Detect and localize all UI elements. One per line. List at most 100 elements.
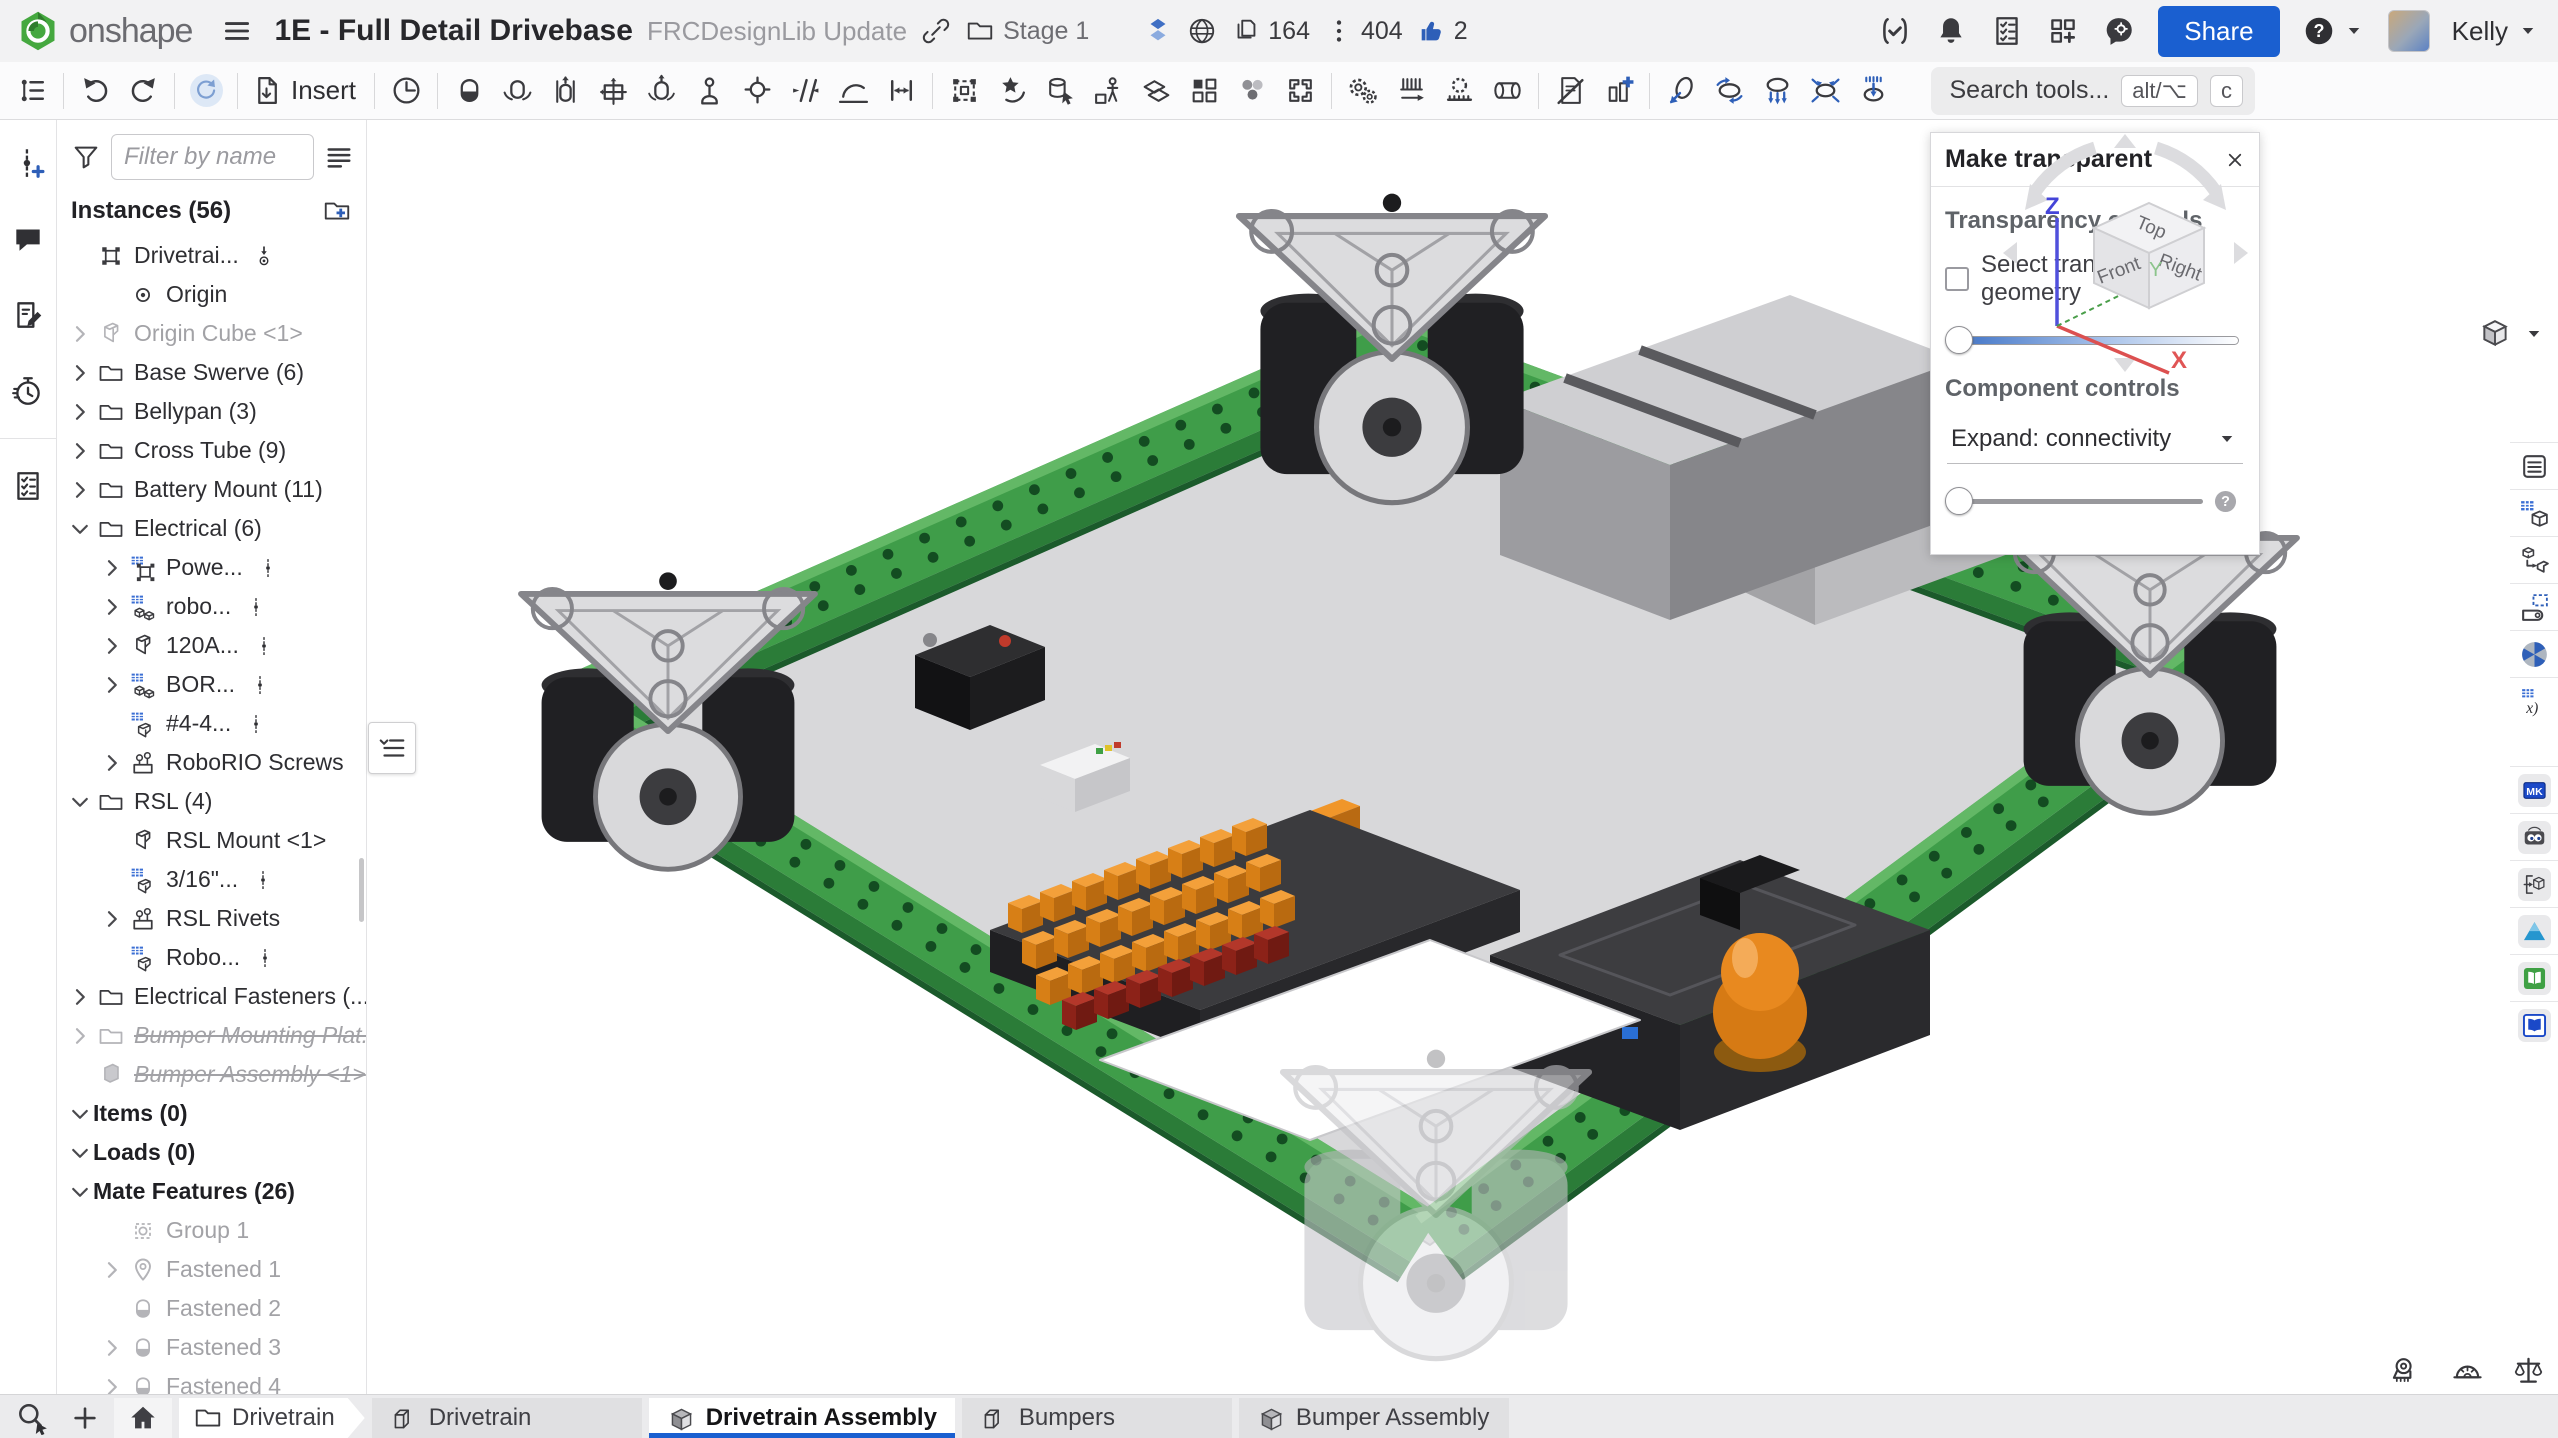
chevron-right-icon[interactable] [99,1336,125,1360]
help-caret-icon[interactable] [2342,19,2366,43]
mate-connector-add-icon[interactable] [11,146,45,180]
mate-tangent-button[interactable] [829,67,877,115]
tree-item-row[interactable]: Bumper Mounting Plat... [57,1016,366,1055]
tree-item-row[interactable]: #4-4... [57,704,366,743]
mate-cylindrical-button[interactable] [637,67,685,115]
search-graphics-button[interactable] [8,1398,56,1438]
feature-list-button[interactable] [8,67,56,115]
history-icon[interactable] [11,374,45,408]
gear-relation-button[interactable] [1339,67,1387,115]
tree-item-row[interactable]: Electrical (6) [57,509,366,548]
add-folder-icon[interactable] [322,196,352,226]
rr-slot-button[interactable] [2510,583,2558,630]
tree-item-row[interactable]: RSL (4) [57,782,366,821]
rr-triangle-button[interactable] [2510,907,2558,954]
tree-section-row[interactable]: Mate Features (26) [57,1172,366,1211]
linear-pattern-button[interactable] [1180,67,1228,115]
tree-item-row[interactable]: Group 1 [57,1211,366,1250]
folder-breadcrumb-tab[interactable]: Drivetrain [179,1398,365,1438]
chevron-right-icon[interactable] [67,1024,93,1048]
avatar[interactable] [2388,10,2430,52]
filter-input[interactable] [111,134,314,180]
tree-options-icon[interactable] [324,142,354,172]
sim-press-button[interactable] [1849,67,1897,115]
named-positions-button[interactable] [1084,67,1132,115]
tree-item-row[interactable]: Origin Cube <1> [57,314,366,353]
chevron-right-icon[interactable] [67,985,93,1009]
checklist-rail-icon[interactable] [11,469,45,503]
rr-book-blue-button[interactable] [2510,1001,2558,1048]
undo-button[interactable] [71,67,119,115]
copies-stat[interactable]: 164 [1231,16,1310,46]
rr-appearance-button[interactable] [2510,630,2558,677]
rr-mk-button[interactable]: MK [2510,766,2558,813]
chevron-right-icon[interactable] [99,595,125,619]
new-tab-button[interactable] [63,1398,107,1438]
chevron-right-icon[interactable] [67,400,93,424]
enclosure-button[interactable] [1276,67,1324,115]
rr-config-button[interactable] [2510,489,2558,536]
chevron-right-icon[interactable] [67,361,93,385]
tree-item-row[interactable]: Powe... [57,548,366,587]
tree-item-row[interactable]: 3/16"... [57,860,366,899]
tree-item-row[interactable]: Fastened 1 [57,1250,366,1289]
mate-slider-button[interactable] [541,67,589,115]
rack-relation-button[interactable] [1435,67,1483,115]
chevron-right-icon[interactable] [67,478,93,502]
mate-pin-slot-button[interactable] [685,67,733,115]
tree-item-row[interactable]: 120A... [57,626,366,665]
feature-script-check-icon[interactable] [1878,14,1912,48]
chevron-right-icon[interactable] [99,751,125,775]
tree-item-row[interactable]: RoboRIO Screws [57,743,366,782]
mate-revolute-button[interactable] [493,67,541,115]
select-group-button[interactable] [940,67,988,115]
replicate-button[interactable] [1036,67,1084,115]
chevron-down-icon[interactable] [67,790,93,814]
appearance-spheres-button[interactable] [1228,67,1276,115]
component-slider[interactable]: ? [1947,486,2239,516]
help-icon[interactable]: ? [2302,14,2336,48]
chevron-down-icon[interactable] [67,1102,93,1126]
sim-squeeze-button[interactable] [1801,67,1849,115]
workspace-indicator[interactable]: Stage 1 [965,16,1089,46]
document-title[interactable]: 1E - Full Detail Drivebase [274,14,632,48]
public-globe-icon[interactable] [1187,16,1217,46]
component-slider-track[interactable] [1947,499,2203,504]
3d-viewport[interactable]: Make transparent Transparency controls S… [367,120,2558,1394]
search-tools[interactable]: Search tools... alt/⌥ c [1931,67,2255,115]
chevron-down-icon[interactable] [67,1141,93,1165]
tree-item-row[interactable]: Fastened 4 [57,1367,366,1394]
tape-measure-icon[interactable] [2391,1355,2422,1386]
mate-connector-dots-icon[interactable] [253,632,275,660]
share-button[interactable]: Share [2158,6,2279,57]
tree-item-row[interactable]: robo... [57,587,366,626]
tree-item-row[interactable]: BOR... [57,665,366,704]
update-button[interactable] [182,67,230,115]
mate-ball-button[interactable] [733,67,781,115]
view-cube[interactable]: Top Front Right Z X Y [1999,130,2252,375]
tree-collapse-toggle[interactable] [368,722,416,774]
expand-mode-dropdown[interactable]: Expand: connectivity [1947,419,2243,464]
chevron-right-icon[interactable] [67,439,93,463]
insert-bom-button[interactable] [1594,67,1642,115]
rr-export-button[interactable] [2510,860,2558,907]
tasks-icon[interactable] [1990,14,2024,48]
rr-derived-button[interactable] [2510,536,2558,583]
mate-planar-button[interactable] [589,67,637,115]
notifications-bell-icon[interactable] [1934,14,1968,48]
chevron-right-icon[interactable] [99,1375,125,1395]
sim-spin-button[interactable] [1705,67,1753,115]
chevron-down-icon[interactable] [67,517,93,541]
mate-distance-button[interactable] [877,67,925,115]
filter-funnel-icon[interactable] [71,142,101,172]
references-stat[interactable]: 404 [1324,16,1403,46]
sim-gravity-button[interactable] [1753,67,1801,115]
chevron-down-icon[interactable] [67,1180,93,1204]
tab-drivetrain[interactable]: Drivetrain [372,1398,642,1438]
mate-connector-dots-icon[interactable] [254,944,276,972]
comment-icon[interactable] [11,222,45,256]
tree-item-row[interactable]: Battery Mount (11) [57,470,366,509]
tree-item-row[interactable]: Cross Tube (9) [57,431,366,470]
chevron-right-icon[interactable] [67,322,93,346]
view-settings-button[interactable] [2478,317,2546,351]
